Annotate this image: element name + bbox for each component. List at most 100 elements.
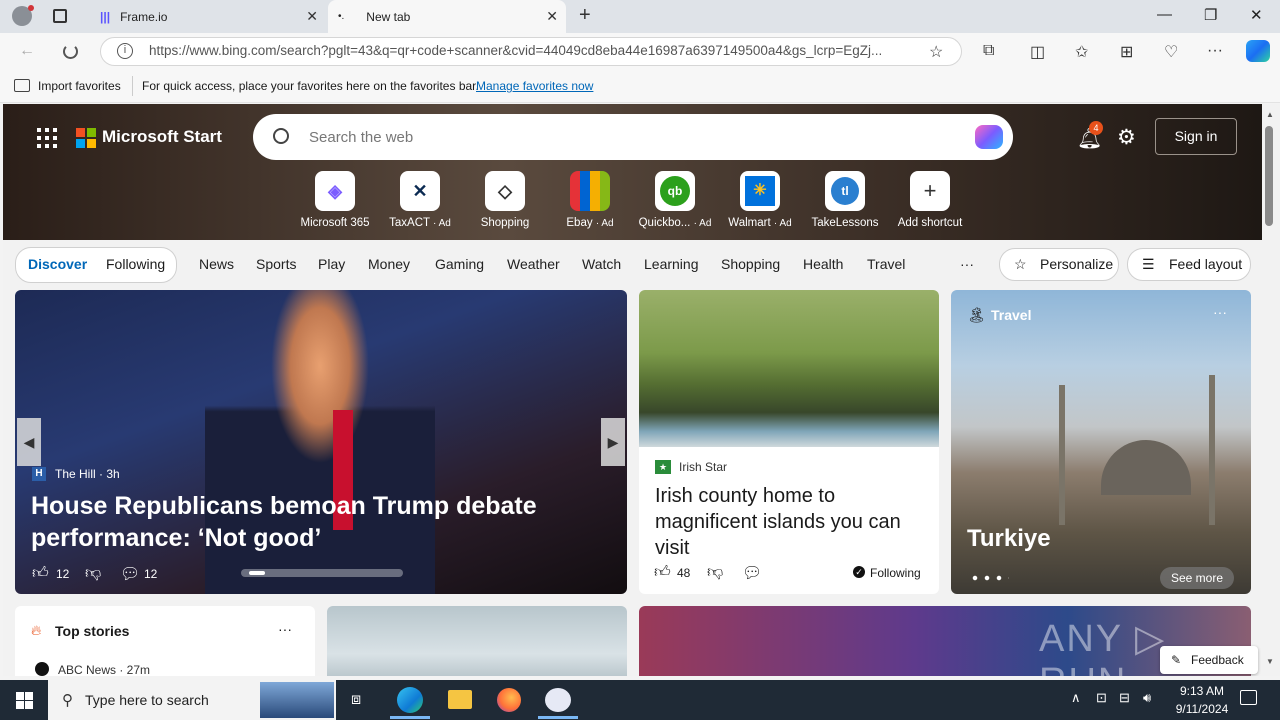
sign-in-button[interactable]: Sign in [1155, 118, 1237, 155]
shortcut-shopping[interactable]: ◇ Shopping [465, 171, 545, 229]
edge-taskbar-icon[interactable] [397, 687, 423, 713]
dislike-icon[interactable]: 👎︎ [707, 563, 723, 582]
tab-title: Frame.io [120, 9, 168, 24]
feedback-button[interactable]: ✎ Feedback [1160, 646, 1258, 674]
dislike-icon[interactable]: 👎︎ [85, 564, 101, 583]
shortcut-microsoft365[interactable]: ◈ Microsoft 365 [295, 171, 375, 229]
category-news[interactable]: News [199, 256, 234, 272]
scroll-up-arrow[interactable]: ▲ [1266, 110, 1274, 119]
carousel-prev-button[interactable]: ◀ [17, 418, 41, 466]
collections-icon[interactable]: ⊞ [1120, 42, 1133, 62]
more-menu-icon[interactable]: ··· [1207, 42, 1223, 60]
copilot-search-icon[interactable] [975, 125, 1003, 149]
new-tab-icon[interactable]: + [579, 4, 591, 27]
copilot-icon[interactable] [1246, 40, 1270, 62]
quickbooks-icon: qb [655, 171, 695, 211]
add-shortcut-button[interactable]: + Add shortcut [890, 171, 970, 229]
category-weather[interactable]: Weather [507, 256, 560, 272]
story-card-snow[interactable] [327, 606, 627, 676]
restore-icon[interactable]: ❐ [1204, 6, 1217, 24]
shortcut-taxact[interactable]: ✕ TaxACT · Ad [380, 171, 460, 229]
top-stories-title[interactable]: Top stories [55, 623, 129, 639]
import-favorites-button[interactable]: Import favorites [38, 79, 121, 93]
category-shopping[interactable]: Shopping [721, 256, 780, 272]
page-content: Microsoft Start Search the web 🔔︎ 4 ⚙ Si… [3, 104, 1262, 676]
feed-layout-button[interactable]: ☰ Feed layout [1127, 248, 1251, 281]
search-input[interactable]: Search the web [309, 129, 413, 146]
category-learning[interactable]: Learning [644, 256, 699, 272]
back-icon[interactable]: ← [19, 42, 35, 60]
personalize-button[interactable]: ☆ Personalize [999, 248, 1119, 281]
travel-more-icon[interactable]: ··· [1213, 304, 1227, 320]
tray-chevron-icon[interactable]: ∧ [1071, 690, 1081, 706]
firefox-icon[interactable] [497, 688, 521, 712]
following-status[interactable]: Following [870, 566, 921, 580]
start-icon[interactable] [16, 692, 33, 709]
shortcut-walmart[interactable]: ✳ Walmart · Ad [720, 171, 800, 229]
notification-center-icon[interactable] [1240, 690, 1257, 705]
manage-favorites-link[interactable]: Manage favorites now [476, 79, 593, 93]
performance-icon[interactable]: ♡ [1164, 42, 1178, 62]
taskbar-search-input[interactable]: Type here to search [85, 692, 209, 708]
travel-card[interactable]: 🏝︎ Travel ··· Turkiye See more [951, 290, 1251, 594]
task-view-icon[interactable]: ⧈ [351, 691, 361, 709]
more-categories-button[interactable]: ··· [960, 256, 974, 272]
top-stories-more-icon[interactable]: ··· [278, 621, 292, 637]
see-more-button[interactable]: See more [1160, 567, 1234, 589]
category-travel[interactable]: Travel [867, 256, 905, 272]
category-gaming[interactable]: Gaming [435, 256, 484, 272]
irish-star-logo: ★ [655, 460, 671, 474]
loading-icon[interactable] [63, 44, 78, 59]
clock-time[interactable]: 9:13 AM [1172, 684, 1232, 698]
url-text[interactable]: https://www.bing.com/search?pglt=43&q=qr… [149, 43, 915, 58]
apps-grid-icon[interactable] [37, 128, 57, 148]
shortcut-quickbooks[interactable]: qb Quickbo... · Ad [635, 171, 715, 229]
main-story-card[interactable]: ◀ ▶ H The Hill · 3h House Republicans be… [15, 290, 627, 594]
close-tab-icon[interactable]: ✕ [306, 8, 318, 25]
extensions-icon[interactable]: ⧉ [983, 42, 994, 60]
tab-actions-icon[interactable] [53, 9, 67, 23]
category-play[interactable]: Play [318, 256, 345, 272]
close-window-icon[interactable]: ✕ [1250, 6, 1263, 24]
like-icon[interactable]: 👍︎ [32, 564, 49, 583]
travel-destination[interactable]: Turkiye [967, 525, 1051, 553]
file-explorer-icon[interactable] [448, 690, 472, 709]
comment-icon[interactable]: 💬︎ [120, 564, 140, 584]
page-scrollbar[interactable]: ▲ ▼ [1262, 104, 1280, 676]
tab-newtab[interactable]: •. New tab ✕ [328, 0, 566, 33]
network-icon[interactable]: ⊟ [1119, 690, 1130, 706]
tab-following[interactable]: Following [106, 256, 165, 272]
brand-title[interactable]: Microsoft Start [102, 127, 222, 147]
tray-device-icon[interactable]: ⊡ [1096, 690, 1107, 706]
shortcut-ebay[interactable]: Ebay · Ad [550, 171, 630, 229]
category-health[interactable]: Health [803, 256, 843, 272]
taskbar-search-highlight [260, 682, 334, 718]
close-tab-icon[interactable]: ✕ [546, 8, 558, 25]
volume-icon[interactable]: 🔊︎ [1143, 690, 1151, 706]
scroll-down-arrow[interactable]: ▼ [1266, 657, 1274, 666]
favorites-icon[interactable]: ✩ [1075, 42, 1088, 62]
irish-story-card[interactable]: ★ Irish Star Irish county home to magnif… [639, 290, 939, 594]
shortcut-takelessons[interactable]: tl TakeLessons [805, 171, 885, 229]
category-sports[interactable]: Sports [256, 256, 296, 272]
tab-frameio[interactable]: ||| Frame.io ✕ [90, 0, 326, 33]
comment-icon[interactable]: 💬︎ [742, 563, 762, 583]
category-watch[interactable]: Watch [582, 256, 621, 272]
tab-discover[interactable]: Discover [28, 256, 87, 272]
paint-app-icon[interactable] [545, 688, 571, 712]
fire-icon: 🔥︎ [31, 622, 42, 638]
carousel-next-button[interactable]: ▶ [601, 418, 625, 466]
split-screen-icon[interactable]: ◫ [1030, 42, 1045, 62]
scrollbar-thumb[interactable] [1265, 126, 1273, 226]
favorite-star-icon[interactable]: ☆ [929, 42, 943, 62]
carousel-indicator [241, 569, 403, 577]
clock-date[interactable]: 9/11/2024 [1167, 702, 1237, 716]
minimize-icon[interactable]: — [1157, 6, 1172, 23]
info-icon[interactable]: i [117, 43, 133, 59]
settings-icon[interactable]: ⚙ [1117, 125, 1136, 150]
like-icon[interactable]: 👍︎ [654, 563, 671, 582]
story-headline[interactable]: House Republicans bemoan Trump debate pe… [31, 490, 591, 554]
feed-layout-icon: ☰ [1142, 256, 1155, 272]
story-headline[interactable]: Irish county home to magnificent islands… [655, 483, 925, 561]
category-money[interactable]: Money [368, 256, 410, 272]
